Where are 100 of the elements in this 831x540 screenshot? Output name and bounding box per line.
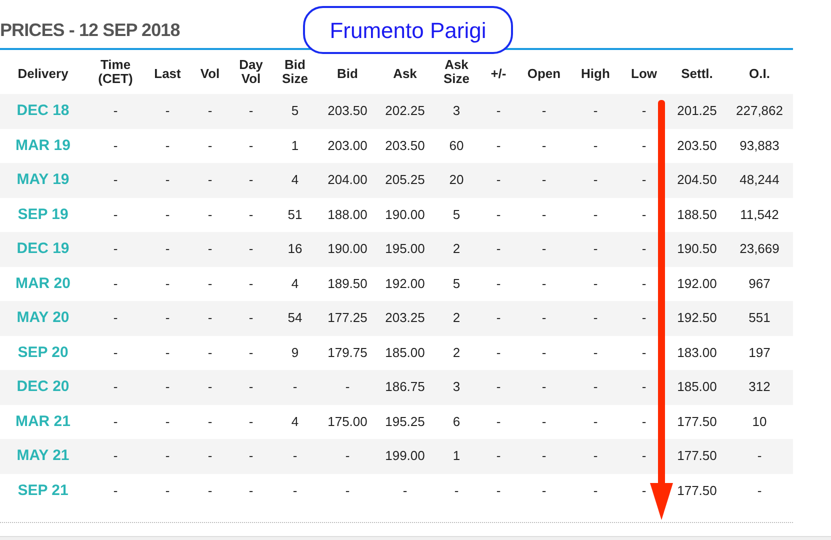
table-cell: 190.00 (328, 241, 368, 256)
delivery-link[interactable]: MAY 21 (16, 447, 70, 464)
table-cell: - (208, 310, 212, 326)
table-cell: - (542, 206, 546, 222)
table-cell: 227,862 (736, 103, 783, 118)
table-cell: - (593, 448, 598, 464)
table-cell: 185.00 (677, 379, 717, 394)
table-cell: - (542, 414, 546, 429)
table-cell: - (642, 482, 646, 498)
table-cell: 2 (452, 344, 460, 360)
table-cell: 1 (452, 448, 460, 464)
table-cell: 3 (452, 103, 460, 118)
table-cell: - (593, 482, 598, 498)
table-cell: - (496, 103, 501, 118)
table-cell: - (165, 241, 170, 256)
column-header: Bid (337, 67, 358, 81)
table-cell: - (496, 414, 501, 429)
delivery-link[interactable]: SEP 19 (18, 206, 68, 223)
table-cell: - (593, 103, 598, 118)
table-cell: 2 (452, 310, 460, 326)
table-cell: 197 (748, 344, 770, 360)
table-cell: 23,669 (740, 241, 780, 256)
table-cell: - (757, 482, 762, 498)
column-header: O.I. (749, 67, 770, 81)
table-cell: 203.50 (385, 138, 425, 153)
column-header: Open (527, 67, 561, 81)
delivery-link[interactable]: MAR 19 (15, 136, 70, 154)
table-cell: - (542, 448, 546, 464)
delivery-link[interactable]: DEC 18 (16, 102, 70, 120)
table-cell: - (208, 379, 212, 394)
table-cell: 190.00 (385, 206, 425, 222)
table-cell: - (593, 138, 598, 153)
column-header: Delivery (18, 67, 68, 81)
table-cell: - (642, 379, 646, 394)
table-cell: - (542, 310, 546, 326)
table-cell: - (248, 482, 254, 498)
table-cell: 9 (291, 344, 299, 360)
table-cell: 188.50 (677, 206, 717, 222)
table-cell: - (593, 344, 598, 360)
table-cell: - (165, 103, 170, 118)
table-cell: - (248, 103, 254, 118)
delivery-link[interactable]: SEP 21 (18, 482, 68, 499)
table-cell: - (642, 206, 646, 222)
delivery-link[interactable]: DEC 19 (16, 240, 70, 258)
table-cell: - (113, 414, 118, 429)
table-cell: 20 (449, 172, 464, 188)
table-cell: - (642, 344, 646, 360)
table-cell: - (248, 310, 254, 326)
table-cell: 551 (748, 310, 770, 326)
table-cell: - (248, 414, 254, 429)
table-cell: - (292, 448, 298, 464)
table-cell: - (496, 482, 501, 498)
table-cell: - (248, 172, 254, 188)
table-cell: - (593, 414, 598, 429)
table-cell: 16 (288, 241, 302, 256)
table-cell: - (593, 172, 598, 188)
table-cell: - (496, 241, 501, 256)
table-cell: 195.00 (385, 241, 425, 256)
table-cell: - (113, 172, 118, 188)
table-cell: 4 (291, 172, 299, 188)
table-cell: 185.00 (385, 344, 425, 360)
table-cell: - (642, 172, 646, 188)
table-cell: - (542, 138, 546, 153)
delivery-link[interactable]: MAY 19 (16, 171, 70, 188)
table-cell: 188.00 (328, 206, 368, 222)
table-cell: 967 (748, 276, 770, 291)
table-cell: 190.50 (677, 241, 717, 256)
table-cell: - (208, 103, 212, 118)
table-cell: - (542, 482, 546, 498)
table-cell: - (402, 482, 408, 498)
table-cell: - (593, 310, 598, 326)
delivery-link[interactable]: MAY 20 (16, 309, 70, 326)
delivery-link[interactable]: MAR 21 (15, 412, 70, 430)
table-cell: - (208, 448, 212, 464)
table-cell: 192.50 (677, 310, 717, 326)
table-cell: 195.25 (385, 414, 425, 429)
column-header: Low (631, 67, 657, 81)
table-cell: 192.00 (385, 276, 425, 291)
table-cell: 183.00 (677, 344, 717, 360)
table-cell: 51 (288, 206, 302, 222)
column-header: Day Vol (239, 58, 263, 86)
delivery-link[interactable]: DEC 20 (16, 378, 70, 396)
table-cell: - (248, 379, 254, 394)
table-cell: 93,883 (740, 138, 780, 153)
delivery-link[interactable]: SEP 20 (18, 344, 68, 361)
table-cell: - (208, 344, 212, 360)
table-cell: - (642, 241, 646, 256)
table-cell: 204.00 (328, 172, 368, 188)
table-cell: - (113, 379, 118, 394)
page-heading: PRICES - 12 SEP 2018 (0, 19, 180, 42)
table-cell: 203.50 (677, 138, 717, 153)
table-cell: - (248, 276, 254, 291)
table-cell: - (113, 138, 118, 153)
table-cell: 5 (452, 276, 460, 291)
table-cell: - (292, 379, 298, 394)
table-cell: 60 (449, 138, 464, 153)
delivery-link[interactable]: MAR 20 (15, 274, 70, 292)
table-cell: - (165, 276, 170, 291)
callout-label: Frumento Parigi (303, 6, 513, 54)
table-cell: - (642, 138, 646, 153)
